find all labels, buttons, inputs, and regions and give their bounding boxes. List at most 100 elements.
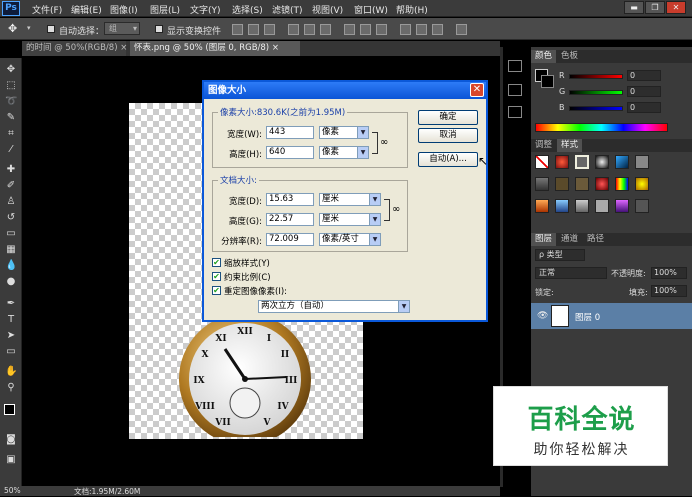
resolution-input[interactable]: 72.009 [266, 233, 314, 246]
doc-height-input[interactable]: 22.57 [266, 213, 314, 226]
marquee-tool-icon[interactable]: ⬚ [5, 80, 17, 92]
brush-tool-icon[interactable]: ✐ [5, 180, 17, 192]
foreground-color-swatch[interactable] [4, 404, 15, 415]
crop-tool-icon[interactable]: ⌗ [5, 128, 17, 140]
auto-select-dropdown[interactable]: 组 ▾ [104, 22, 140, 35]
panel-icon-actions[interactable] [508, 84, 522, 96]
distribute-left-icon[interactable] [400, 24, 411, 35]
tab-document-1[interactable]: 的时间 @ 50%(RGB/8) × [22, 41, 127, 56]
path-select-tool-icon[interactable]: ➤ [5, 330, 17, 342]
tab-color[interactable]: 颜色 [531, 50, 557, 63]
style-swatch[interactable] [555, 199, 569, 213]
menu-help[interactable]: 帮助(H) [396, 3, 428, 16]
panel-icon-info[interactable] [508, 106, 522, 118]
distribute-right-icon[interactable] [432, 24, 443, 35]
background-color-swatch[interactable] [541, 75, 554, 88]
red-slider[interactable] [569, 74, 623, 79]
blur-tool-icon[interactable]: 💧 [5, 260, 17, 272]
resolution-unit-select[interactable]: 像素/英寸 ▼ [319, 233, 381, 246]
type-tool-icon[interactable]: T [5, 314, 17, 326]
tab-close-icon[interactable]: × [272, 43, 279, 53]
style-swatch[interactable] [615, 199, 629, 213]
tab-swatches[interactable]: 色板 [557, 50, 582, 63]
style-swatch[interactable] [555, 155, 569, 169]
style-swatch[interactable] [635, 199, 649, 213]
blend-mode-select[interactable]: 正常 [535, 267, 607, 279]
lasso-tool-icon[interactable]: ➰ [5, 96, 17, 108]
menu-file[interactable]: 文件(F) [32, 3, 62, 16]
distribute-hcenter-icon[interactable] [416, 24, 427, 35]
align-hcenter-icon[interactable] [304, 24, 315, 35]
style-swatch[interactable] [635, 177, 649, 191]
align-top-icon[interactable] [232, 24, 243, 35]
style-swatch[interactable] [575, 177, 589, 191]
eraser-tool-icon[interactable]: ▭ [5, 228, 17, 240]
style-swatch[interactable] [635, 155, 649, 169]
distribute-top-icon[interactable] [344, 24, 355, 35]
green-slider[interactable] [569, 90, 623, 95]
doc-height-unit-select[interactable]: 厘米 ▼ [319, 213, 381, 226]
tab-close-icon[interactable]: × [120, 43, 127, 53]
layer-name[interactable]: 图层 0 [575, 311, 600, 323]
eye-icon[interactable]: 👁 [537, 311, 548, 321]
stamp-tool-icon[interactable]: ♙ [5, 196, 17, 208]
zoom-tool-icon[interactable]: ⚲ [5, 382, 17, 394]
dodge-tool-icon[interactable]: ● [5, 276, 17, 288]
color-spectrum-bar[interactable] [535, 123, 668, 132]
align-right-icon[interactable] [320, 24, 331, 35]
layer-filter-select[interactable]: ρ 类型 [535, 249, 585, 261]
constrain-proportions-checkbox[interactable]: ✔ [212, 272, 221, 281]
tab-layers[interactable]: 图层 [531, 233, 557, 246]
style-swatch[interactable] [535, 155, 549, 169]
layer-row[interactable]: 👁 图层 0 [531, 303, 692, 329]
auto-select-checkbox[interactable] [47, 25, 55, 33]
blue-value-input[interactable]: 0 [627, 102, 661, 113]
style-swatch[interactable] [595, 199, 609, 213]
show-transform-checkbox[interactable] [155, 25, 163, 33]
resample-checkbox[interactable]: ✔ [212, 286, 221, 295]
restore-button[interactable]: ❐ [645, 1, 665, 14]
style-swatch[interactable] [615, 155, 629, 169]
tab-channels[interactable]: 通道 [557, 233, 582, 246]
style-swatch[interactable] [595, 177, 609, 191]
pixel-height-input[interactable]: 640 [266, 146, 314, 159]
shape-tool-icon[interactable]: ▭ [5, 346, 17, 358]
zoom-level[interactable]: 50% [4, 486, 21, 495]
menu-select[interactable]: 选择(S) [232, 3, 263, 16]
pixel-width-input[interactable]: 443 [266, 126, 314, 139]
move-tool-icon[interactable]: ✥ [5, 64, 17, 76]
screen-mode-icon[interactable]: ▣ [5, 454, 17, 466]
style-swatch[interactable] [615, 177, 629, 191]
distribute-vcenter-icon[interactable] [360, 24, 371, 35]
pen-tool-icon[interactable]: ✒ [5, 298, 17, 310]
tab-paths[interactable]: 路径 [583, 233, 608, 246]
history-brush-tool-icon[interactable]: ↺ [5, 212, 17, 224]
healing-tool-icon[interactable]: ✚ [5, 164, 17, 176]
menu-filter[interactable]: 滤镜(T) [272, 3, 303, 16]
menu-window[interactable]: 窗口(W) [354, 3, 388, 16]
opacity-input[interactable]: 100% [651, 267, 687, 279]
quick-mask-icon[interactable]: ◙ [5, 434, 17, 446]
style-swatch[interactable] [535, 177, 549, 191]
close-window-button[interactable]: ✕ [666, 1, 686, 14]
cancel-button[interactable]: 取消 [418, 128, 478, 143]
menu-type[interactable]: 文字(Y) [190, 3, 221, 16]
style-swatch[interactable] [595, 155, 609, 169]
style-swatch[interactable] [575, 155, 589, 169]
hand-tool-icon[interactable]: ✋ [5, 366, 17, 378]
gradient-tool-icon[interactable]: ▦ [5, 244, 17, 256]
chevron-down-icon[interactable]: ▾ [27, 24, 31, 32]
ok-button[interactable]: 确定 [418, 110, 478, 125]
tab-adjustments[interactable]: 调整 [531, 139, 556, 152]
red-value-input[interactable]: 0 [627, 70, 661, 81]
panel-icon-history[interactable] [508, 60, 522, 72]
move-tool-icon[interactable]: ✥ [8, 22, 17, 35]
quick-select-tool-icon[interactable]: ✎ [5, 112, 17, 124]
distribute-bottom-icon[interactable] [376, 24, 387, 35]
dialog-close-button[interactable]: ✕ [470, 83, 484, 97]
align-vcenter-icon[interactable] [248, 24, 259, 35]
blue-slider[interactable] [569, 106, 623, 111]
eyedropper-tool-icon[interactable]: ⁄ [5, 144, 17, 156]
resample-method-select[interactable]: 两次立方（自动） ▼ [258, 300, 410, 313]
fill-input[interactable]: 100% [651, 285, 687, 297]
